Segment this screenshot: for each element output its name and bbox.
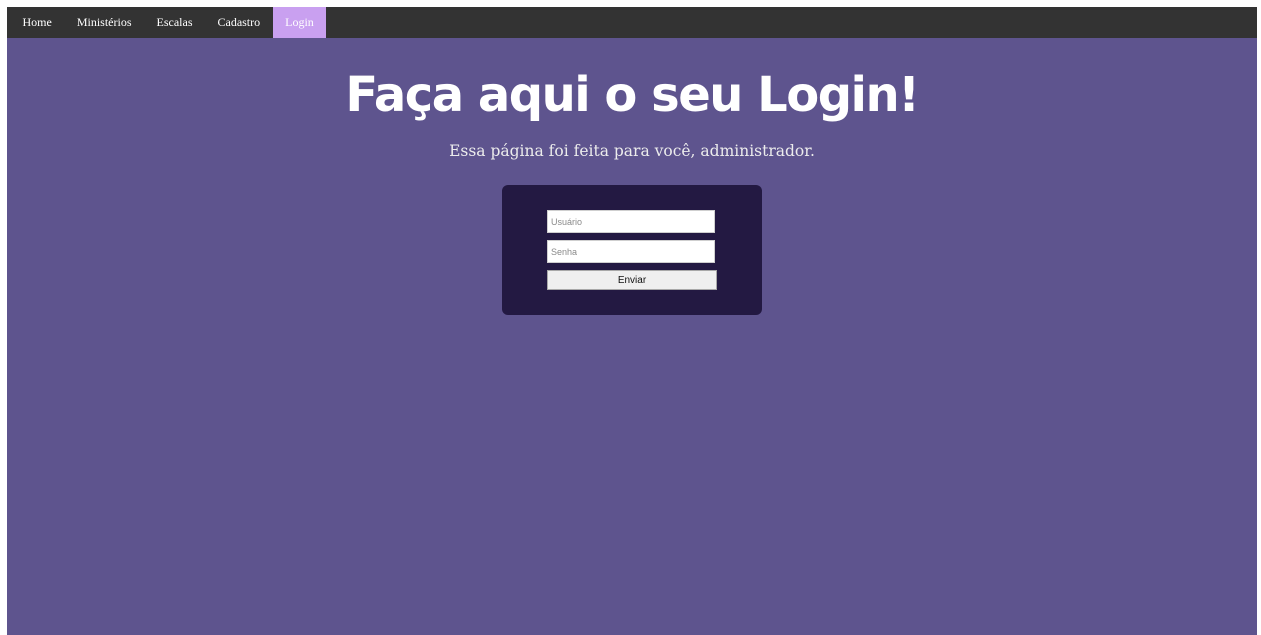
page-title: Faça aqui o seu Login!	[345, 67, 920, 123]
nav-item-ministerios[interactable]: Ministérios	[64, 7, 144, 38]
nav-item-login[interactable]: Login	[272, 7, 327, 38]
top-navbar: Home Ministérios Escalas Cadastro Login	[7, 7, 1257, 38]
nav-item-escalas[interactable]: Escalas	[144, 7, 205, 38]
nav-item-cadastro[interactable]: Cadastro	[205, 7, 273, 38]
submit-button[interactable]: Enviar	[547, 270, 717, 290]
login-form: Enviar	[502, 185, 762, 315]
nav-item-home[interactable]: Home	[10, 7, 64, 38]
password-input[interactable]	[547, 240, 715, 263]
username-input[interactable]	[547, 210, 715, 233]
page-subtitle: Essa página foi feita para você, adminis…	[449, 142, 815, 160]
page: Home Ministérios Escalas Cadastro Login …	[7, 7, 1257, 635]
